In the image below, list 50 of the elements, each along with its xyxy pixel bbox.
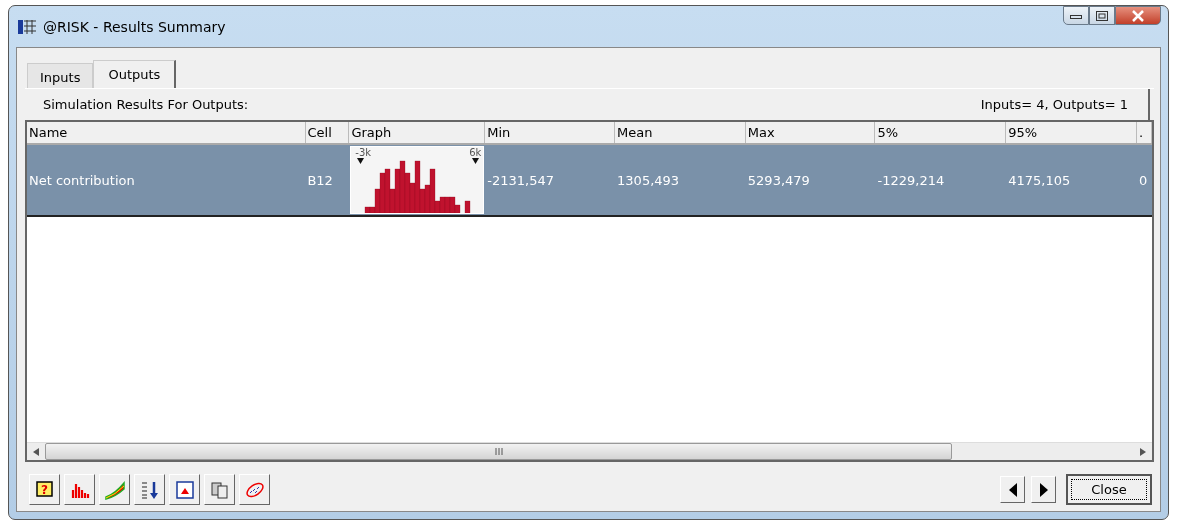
table-cell: -1229,214 [877,172,945,188]
column-header[interactable]: . [1137,122,1152,143]
band-chart-icon[interactable] [99,474,130,505]
column-header[interactable]: Mean [614,122,746,143]
table-cell: 5293,479 [747,172,810,188]
column-header[interactable]: Name [27,122,306,143]
histogram-thumbnail[interactable]: -3k 6k [350,146,485,214]
count-summary: Inputs= 4, Outputs= 1 [980,97,1128,112]
sort-icon[interactable] [134,474,165,505]
marker-icon [472,158,480,164]
column-header[interactable]: Min [485,122,615,143]
window-title: @RISK - Results Summary [43,18,226,35]
grip-icon [494,448,503,455]
scatter-icon[interactable] [239,474,270,505]
minimize-icon [1070,12,1082,19]
close-button[interactable]: Close [1066,474,1152,505]
previous-button[interactable] [1000,476,1025,503]
tab[interactable]: Outputs [93,60,177,88]
scroll-right-icon[interactable] [1140,447,1146,456]
column-header[interactable]: Graph [349,122,486,143]
column-header[interactable]: 5% [875,122,1007,143]
minimize-button[interactable] [1063,6,1089,25]
table-cell: 0 [1139,172,1148,188]
column-header[interactable]: Cell [305,122,350,143]
column-header[interactable]: Max [745,122,876,143]
maximize-button[interactable] [1089,6,1115,25]
report-icon[interactable] [169,474,200,505]
right-triangle-icon [1039,482,1048,497]
copy-icon[interactable] [204,474,235,505]
table-cell: Net contribution [29,172,135,188]
tab[interactable]: Inputs [27,63,94,88]
table-cell: -2131,547 [487,172,555,188]
axis-label: 6k [469,148,482,158]
axis-label: -3k [355,148,372,158]
column-header[interactable]: 95% [1006,122,1137,143]
histogram-icon[interactable] [64,474,95,505]
restore-icon [1096,10,1108,21]
table-row[interactable]: Net contribution B12 -3k 6k -2131,547 1305,493 5293,479 -1229,214 4175,105 0 [27,145,1152,217]
close-icon [1131,9,1145,22]
table-cell: 4175,105 [1008,172,1071,188]
table-cell: 1305,493 [617,172,680,188]
table-cell: B12 [307,172,333,188]
scroll-left-icon[interactable] [33,447,39,456]
help-icon[interactable]: ? [29,474,60,505]
marker-icon [357,158,365,164]
close-button[interactable] [1115,6,1161,25]
next-button[interactable] [1031,476,1056,503]
left-triangle-icon [1008,482,1017,497]
panel-title: Simulation Results For Outputs: [43,97,249,112]
app-icon [17,17,37,36]
